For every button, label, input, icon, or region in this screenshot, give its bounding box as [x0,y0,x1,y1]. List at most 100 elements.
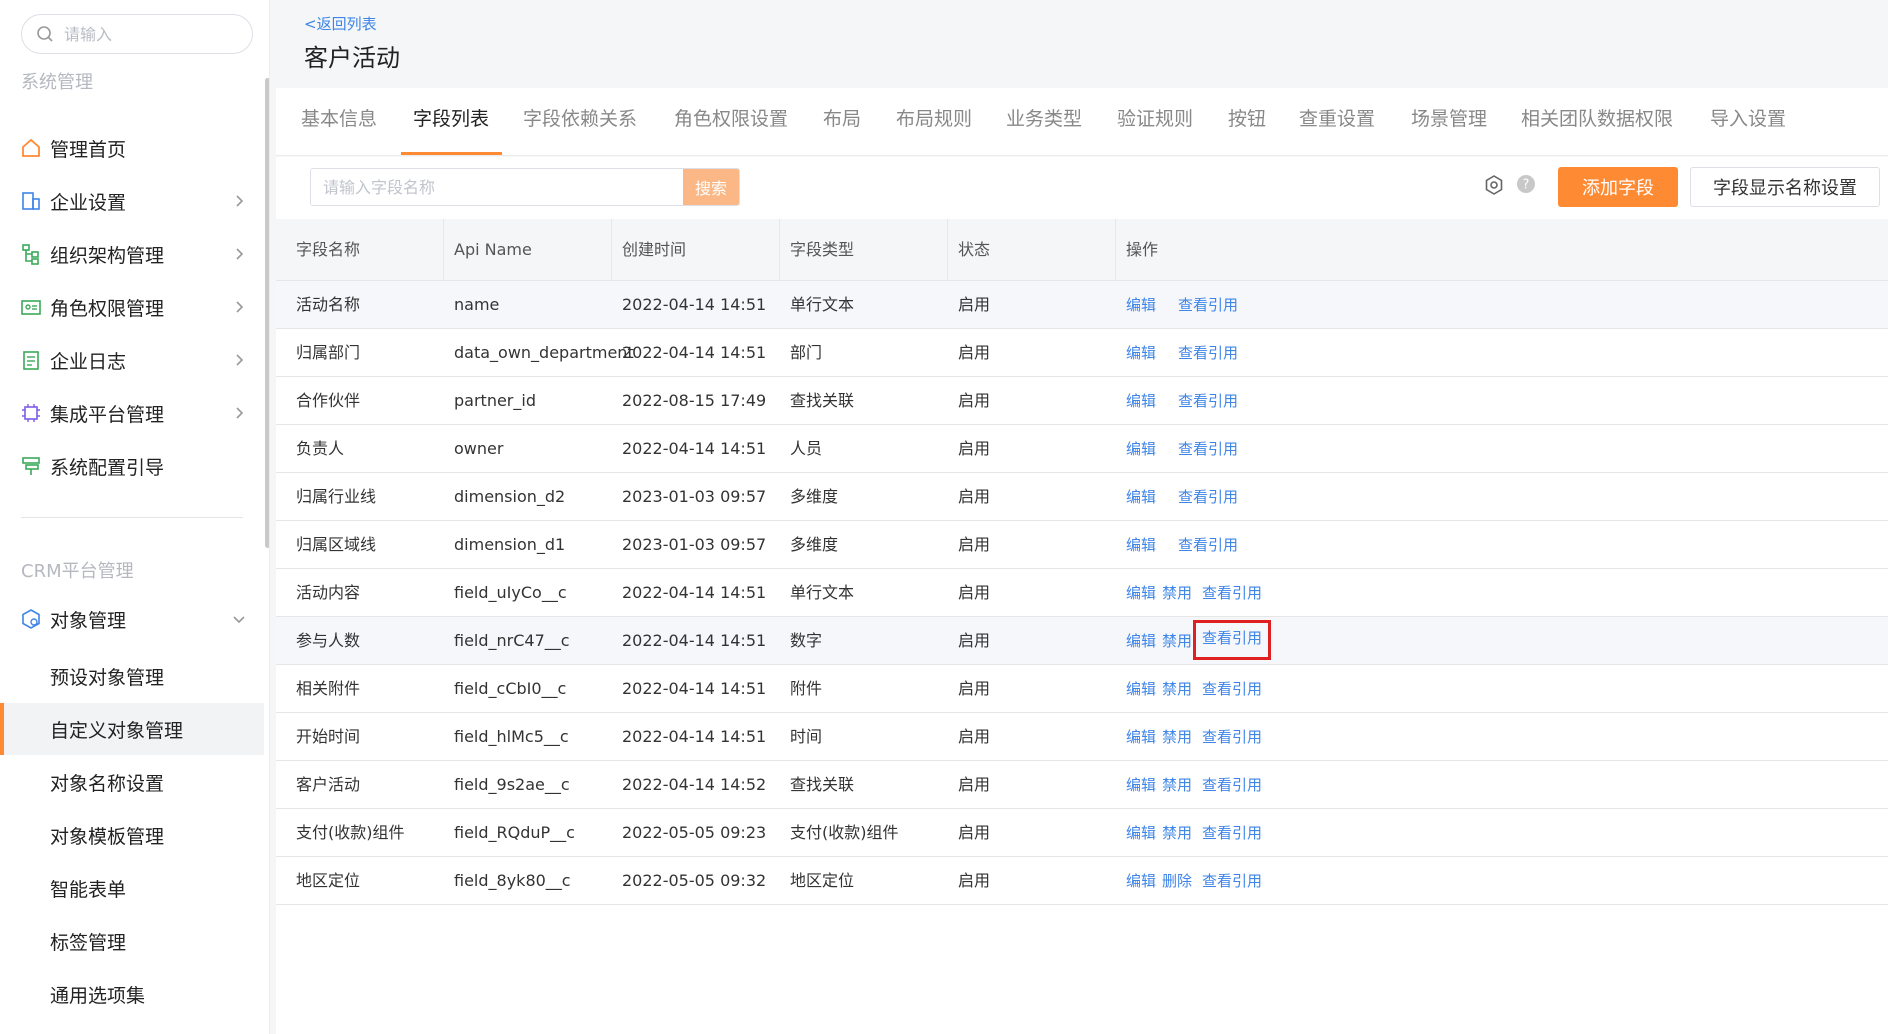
view-references-link[interactable]: 查看引用 [1202,761,1262,809]
sidebar-search[interactable] [21,14,253,54]
cell-status: 启用 [958,343,991,362]
sidebar-item-guide[interactable]: 系统配置引导 [20,446,250,486]
svg-text:?: ? [1523,178,1530,193]
sidebar-sub-object-name-settings[interactable]: 对象名称设置 [0,756,264,808]
view-references-link[interactable]: 查看引用 [1178,425,1238,473]
view-references-link[interactable]: 查看引用 [1202,857,1262,905]
sidebar-item-home[interactable]: 管理首页 [20,128,250,168]
edit-link[interactable]: 编辑 [1126,521,1156,569]
tab-buttons[interactable]: 按钮 [1228,88,1266,156]
sidebar-item-enterprise[interactable]: 企业设置 [20,181,250,221]
help-icon[interactable]: ? [1514,173,1538,197]
sidebar-item-log[interactable]: 企业日志 [20,340,250,380]
main-panel: <返回列表 客户活动 基本信息 字段列表 字段依赖关系 角色权限设置 布局 布局… [276,0,1888,1034]
settings-icon[interactable] [1482,173,1506,197]
sidebar-item-object-management[interactable]: 对象管理 [20,599,250,639]
edit-link[interactable]: 编辑 [1126,617,1156,665]
cell-field-type: 多维度 [790,535,839,554]
tab-layout[interactable]: 布局 [823,88,861,156]
sidebar-sub-preset-objects[interactable]: 预设对象管理 [0,650,264,702]
search-button[interactable]: 搜索 [683,169,739,205]
disable-link[interactable]: 禁用 [1162,665,1192,713]
cell-field-name: 合作伙伴 [296,391,361,410]
section-title-crm: CRM平台管理 [21,561,134,582]
tab-validation-rules[interactable]: 验证规则 [1117,88,1193,156]
table-row: 客户活动 field_9s2ae__c 2022-04-14 14:52 查找关联 启用… [276,761,1888,809]
sidebar-search-input[interactable] [64,24,244,44]
edit-link[interactable]: 编辑 [1126,809,1156,857]
edit-link[interactable]: 编辑 [1126,713,1156,761]
tab-field-dependency[interactable]: 字段依赖关系 [523,88,637,156]
cell-field-type: 部门 [790,343,823,362]
chevron-right-icon [236,354,244,366]
cell-status: 启用 [958,775,991,794]
cell-created-time: 2022-05-05 09:32 [622,871,767,890]
table-row: 相关附件 field_cCbI0__c 2022-04-14 14:51 附件 启用 编辑… [276,665,1888,713]
role-card-icon [20,296,42,318]
sidebar-sub-option-sets[interactable]: 通用选项集 [0,968,264,1020]
view-references-link[interactable]: 查看引用 [1178,521,1238,569]
edit-link[interactable]: 编辑 [1126,473,1156,521]
sidebar-item-role[interactable]: 角色权限管理 [20,287,250,327]
cell-status: 启用 [958,823,991,842]
view-references-link[interactable]: 查看引用 [1178,473,1238,521]
cell-field-name: 活动名称 [296,295,361,314]
cell-field-name: 负责人 [296,439,345,458]
tab-role-permissions[interactable]: 角色权限设置 [674,88,788,156]
back-to-list-link[interactable]: <返回列表 [304,13,377,34]
cell-status: 启用 [958,631,991,650]
view-references-link-highlighted[interactable]: 查看引用 [1192,620,1272,660]
view-references-link[interactable]: 查看引用 [1202,713,1262,761]
view-references-link[interactable]: 查看引用 [1202,809,1262,857]
disable-link[interactable]: 禁用 [1162,569,1192,617]
cell-created-time: 2022-08-15 17:49 [622,391,767,410]
tab-business-types[interactable]: 业务类型 [1006,88,1082,156]
tab-field-list[interactable]: 字段列表 [413,88,489,156]
disable-link[interactable]: 禁用 [1162,761,1192,809]
log-icon [20,349,42,371]
sidebar-sub-smart-forms[interactable]: 智能表单 [0,862,264,914]
tab-layout-rules[interactable]: 布局规则 [896,88,972,156]
tab-basic-info[interactable]: 基本信息 [301,88,377,156]
cell-field-name: 开始时间 [296,727,361,746]
view-references-link[interactable]: 查看引用 [1202,569,1262,617]
table-row: 地区定位 field_8yk80__c 2022-05-05 09:32 地区定位 启用… [276,857,1888,905]
sidebar-item-label: 企业设置 [50,191,127,214]
edit-link[interactable]: 编辑 [1126,425,1156,473]
edit-link[interactable]: 编辑 [1126,857,1156,905]
view-references-link[interactable]: 查看引用 [1178,329,1238,377]
sidebar-sub-tags[interactable]: 标签管理 [0,915,264,967]
delete-link[interactable]: 删除 [1162,857,1192,905]
field-display-name-settings-button[interactable]: 字段显示名称设置 [1690,167,1880,207]
view-references-link[interactable]: 查看引用 [1202,665,1262,713]
sidebar-sub-object-templates[interactable]: 对象模板管理 [0,809,264,861]
cell-api-name: field_hlMc5__c [454,727,569,746]
view-references-link[interactable]: 查看引用 [1178,377,1238,425]
edit-link[interactable]: 编辑 [1126,761,1156,809]
tab-duplicate-check[interactable]: 查重设置 [1299,88,1375,156]
column-header-field-name: 字段名称 [276,219,444,281]
disable-link[interactable]: 禁用 [1162,617,1192,665]
disable-link[interactable]: 禁用 [1162,809,1192,857]
edit-link[interactable]: 编辑 [1126,569,1156,617]
view-references-link[interactable]: 查看引用 [1178,281,1238,329]
sidebar-divider [21,517,243,518]
edit-link[interactable]: 编辑 [1126,281,1156,329]
sidebar-item-integration[interactable]: 集成平台管理 [20,393,250,433]
tab-team-data-permissions[interactable]: 相关团队数据权限 [1521,88,1673,156]
disable-link[interactable]: 禁用 [1162,713,1192,761]
tab-scene-management[interactable]: 场景管理 [1411,88,1487,156]
cell-created-time: 2022-04-14 14:52 [622,775,767,794]
tab-import-settings[interactable]: 导入设置 [1710,88,1786,156]
cell-api-name: name [454,295,500,314]
edit-link[interactable]: 编辑 [1126,329,1156,377]
cell-status: 启用 [958,487,991,506]
sidebar-sub-custom-objects[interactable]: 自定义对象管理 [0,703,264,755]
cell-field-name: 客户活动 [296,775,361,794]
add-field-button[interactable]: 添加字段 [1558,167,1678,207]
sidebar-scrollbar[interactable] [265,78,269,548]
sidebar-item-org[interactable]: 组织架构管理 [20,234,250,274]
field-search-input[interactable] [311,169,683,205]
edit-link[interactable]: 编辑 [1126,665,1156,713]
edit-link[interactable]: 编辑 [1126,377,1156,425]
